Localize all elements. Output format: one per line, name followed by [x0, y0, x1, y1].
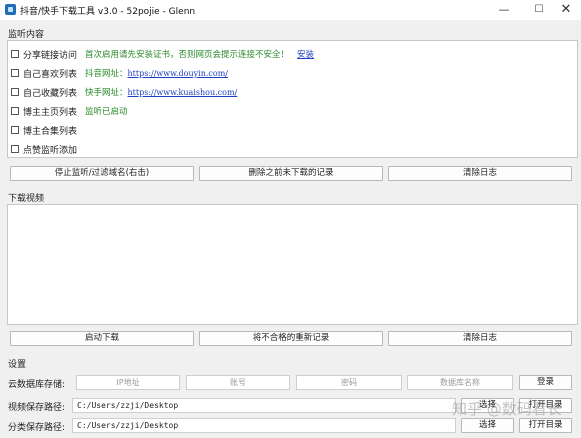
checkbox-my-likes[interactable]: 自己喜欢列表 [11, 66, 77, 80]
checkbox-box[interactable] [11, 88, 19, 96]
open-category-dir-button[interactable]: 打开目录 [519, 418, 572, 433]
video-path-label: 视频保存路径: [8, 403, 66, 413]
settings-section-label: 设置 [8, 360, 27, 370]
download-section-label: 下载视频 [8, 194, 45, 204]
login-button[interactable]: 登录 [519, 375, 572, 390]
checkbox-box[interactable] [11, 126, 19, 134]
choose-category-path-button[interactable]: 选择 [461, 418, 514, 433]
checkbox-blogger-collection[interactable]: 博主合集列表 [11, 123, 77, 137]
log-line-kuaishou: 快手网址：https://www.kuaishou.com/ [85, 88, 238, 98]
minimize-button[interactable]: — [486, 0, 522, 20]
checkbox-like-monitor[interactable]: 点赞监听添加 [11, 142, 77, 156]
log-line-status: 监听已启动 [85, 107, 128, 117]
clear-monitor-log-button[interactable]: 清除日志 [388, 166, 572, 181]
cloud-db-label: 云数据库存储: [8, 380, 66, 390]
monitor-section-label: 监听内容 [8, 30, 45, 40]
choose-video-path-button[interactable]: 选择 [461, 398, 514, 413]
category-path-label: 分类保存路径: [8, 423, 66, 433]
log-line-cert: 首次启用请先安装证书，否则网页会提示连接不安全！ 安装 [85, 50, 315, 60]
monitor-panel: 分享链接访问 自己喜欢列表 自己收藏列表 博主主页列表 博主合集列表 点赞监听添… [7, 40, 578, 158]
open-video-dir-button[interactable]: 打开目录 [519, 398, 572, 413]
start-download-button[interactable]: 启动下载 [10, 331, 194, 346]
download-log-panel [7, 204, 578, 325]
checkbox-box[interactable] [11, 107, 19, 115]
clear-download-log-button[interactable]: 清除日志 [388, 331, 572, 346]
video-path-input[interactable]: C:/Users/zzji/Desktop [72, 398, 456, 413]
kuaishou-url-link[interactable]: https://www.kuaishou.com/ [128, 88, 238, 97]
db-name-input[interactable]: 数据库名称 [407, 375, 513, 390]
title-bar: 抖音/快手下载工具 v3.0 - 52pojie - Glenn — ☐ ✕ [0, 0, 581, 20]
window-title: 抖音/快手下载工具 v3.0 - 52pojie - Glenn [20, 7, 196, 17]
checkbox-blogger-home[interactable]: 博主主页列表 [11, 104, 77, 118]
category-path-input[interactable]: C:/Users/zzji/Desktop [72, 418, 456, 433]
delete-undownloaded-button[interactable]: 删除之前未下载的记录 [199, 166, 383, 181]
stop-monitor-button[interactable]: 停止监听/过滤域名(右击) [10, 166, 194, 181]
app-icon [5, 4, 16, 15]
checkbox-box[interactable] [11, 50, 19, 58]
install-cert-link[interactable]: 安装 [297, 50, 314, 60]
close-button[interactable]: ✕ [548, 0, 581, 20]
checkbox-my-favorites[interactable]: 自己收藏列表 [11, 85, 77, 99]
account-input[interactable]: 账号 [186, 375, 290, 390]
redownload-button[interactable]: 将不合格的重新记录 [199, 331, 383, 346]
douyin-url-link[interactable]: https://www.douyin.com/ [128, 69, 228, 78]
checkbox-box[interactable] [11, 69, 19, 77]
password-input[interactable]: 密码 [296, 375, 402, 390]
log-line-douyin: 抖音网址：https://www.douyin.com/ [85, 69, 228, 79]
checkbox-box[interactable] [11, 145, 19, 153]
checkbox-share-link[interactable]: 分享链接访问 [11, 47, 77, 61]
ip-input[interactable]: IP地址 [76, 375, 180, 390]
